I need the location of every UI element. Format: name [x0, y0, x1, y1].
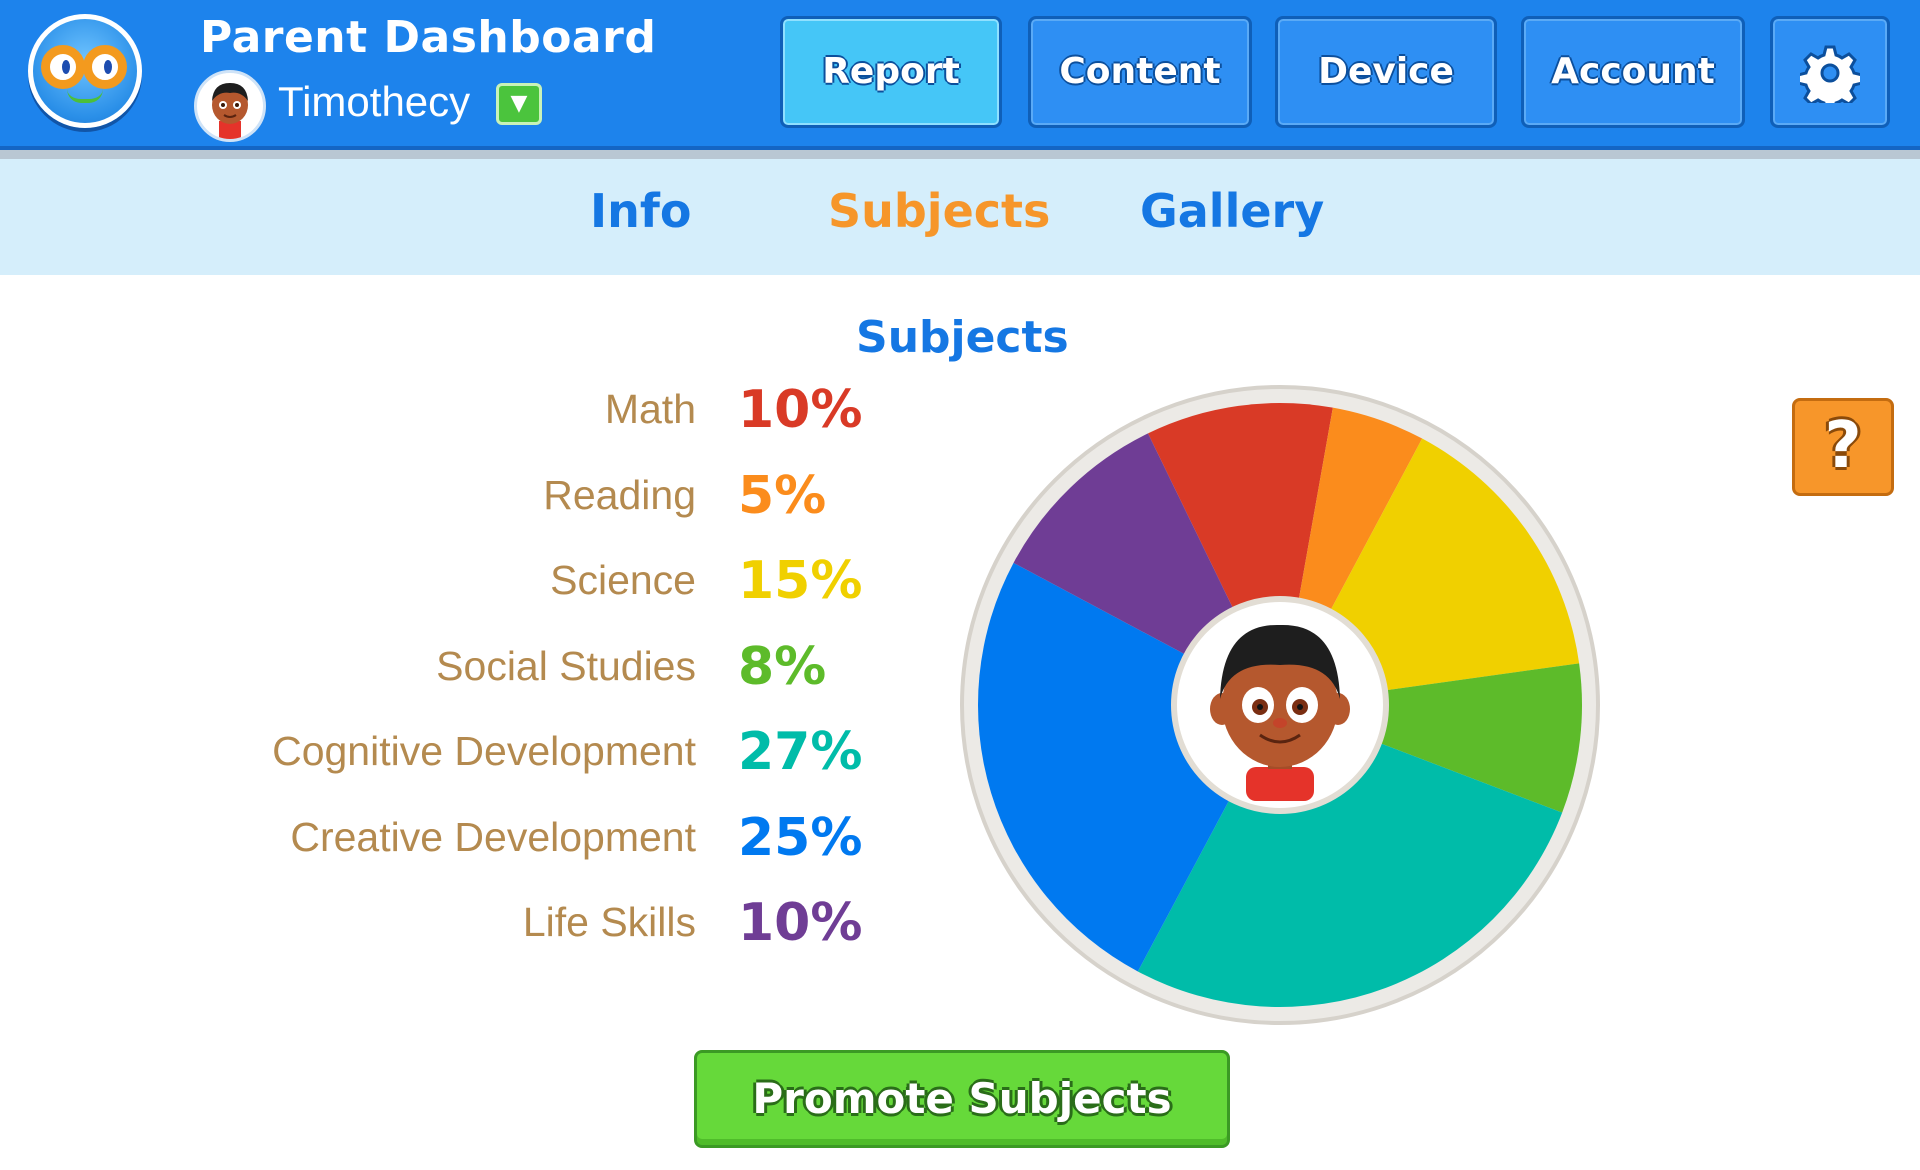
legend-label: Reading: [543, 471, 696, 518]
legend-value: 10%: [738, 893, 863, 953]
child-avatar[interactable]: [194, 70, 266, 142]
app-header: Parent Dashboard Timothecy ▼ Report Cont…: [0, 0, 1920, 150]
logo-eye-right: [83, 45, 127, 89]
chevron-down-icon[interactable]: ▼: [496, 83, 542, 125]
legend-value: 8%: [738, 636, 827, 697]
legend-value: 25%: [738, 807, 863, 868]
legend-value: 27%: [738, 722, 863, 782]
tab-info[interactable]: Info: [590, 184, 691, 238]
child-name: Timothecy: [278, 78, 471, 125]
help-button[interactable]: ?: [1792, 398, 1894, 496]
report-button[interactable]: Report: [780, 16, 1002, 128]
legend-label: Science: [550, 557, 696, 603]
device-button[interactable]: Device: [1275, 16, 1497, 128]
legend-label: Life Skills: [522, 899, 696, 945]
legend-value: 5%: [738, 465, 827, 526]
tab-gallery[interactable]: Gallery: [1140, 184, 1324, 238]
section-title: Subjects: [856, 312, 1069, 363]
tab-subjects[interactable]: Subjects: [828, 184, 1050, 238]
logo-smile: [67, 89, 103, 103]
account-button[interactable]: Account: [1521, 16, 1745, 128]
gear-icon: [1796, 45, 1864, 113]
legend-label: Math: [604, 386, 696, 432]
legend-value: 10%: [738, 380, 863, 440]
settings-button[interactable]: [1770, 16, 1890, 128]
legend-label: Creative Development: [290, 813, 696, 860]
legend-label: Cognitive Development: [272, 728, 696, 774]
subnav-bar: Info Subjects Gallery: [0, 159, 1920, 275]
legend-value: 15%: [738, 551, 863, 611]
app-logo-icon[interactable]: [28, 14, 142, 128]
page-title: Parent Dashboard: [200, 12, 657, 63]
pie-svg: [960, 385, 1600, 1025]
legend-label: Social Studies: [436, 642, 696, 689]
subjects-pie-chart: [960, 385, 1600, 1025]
content-button[interactable]: Content: [1028, 16, 1252, 128]
promote-subjects-button[interactable]: Promote Subjects: [694, 1050, 1230, 1148]
child-avatar-icon: [212, 83, 248, 139]
header-divider: [0, 150, 1920, 159]
logo-eye-left: [41, 45, 85, 89]
